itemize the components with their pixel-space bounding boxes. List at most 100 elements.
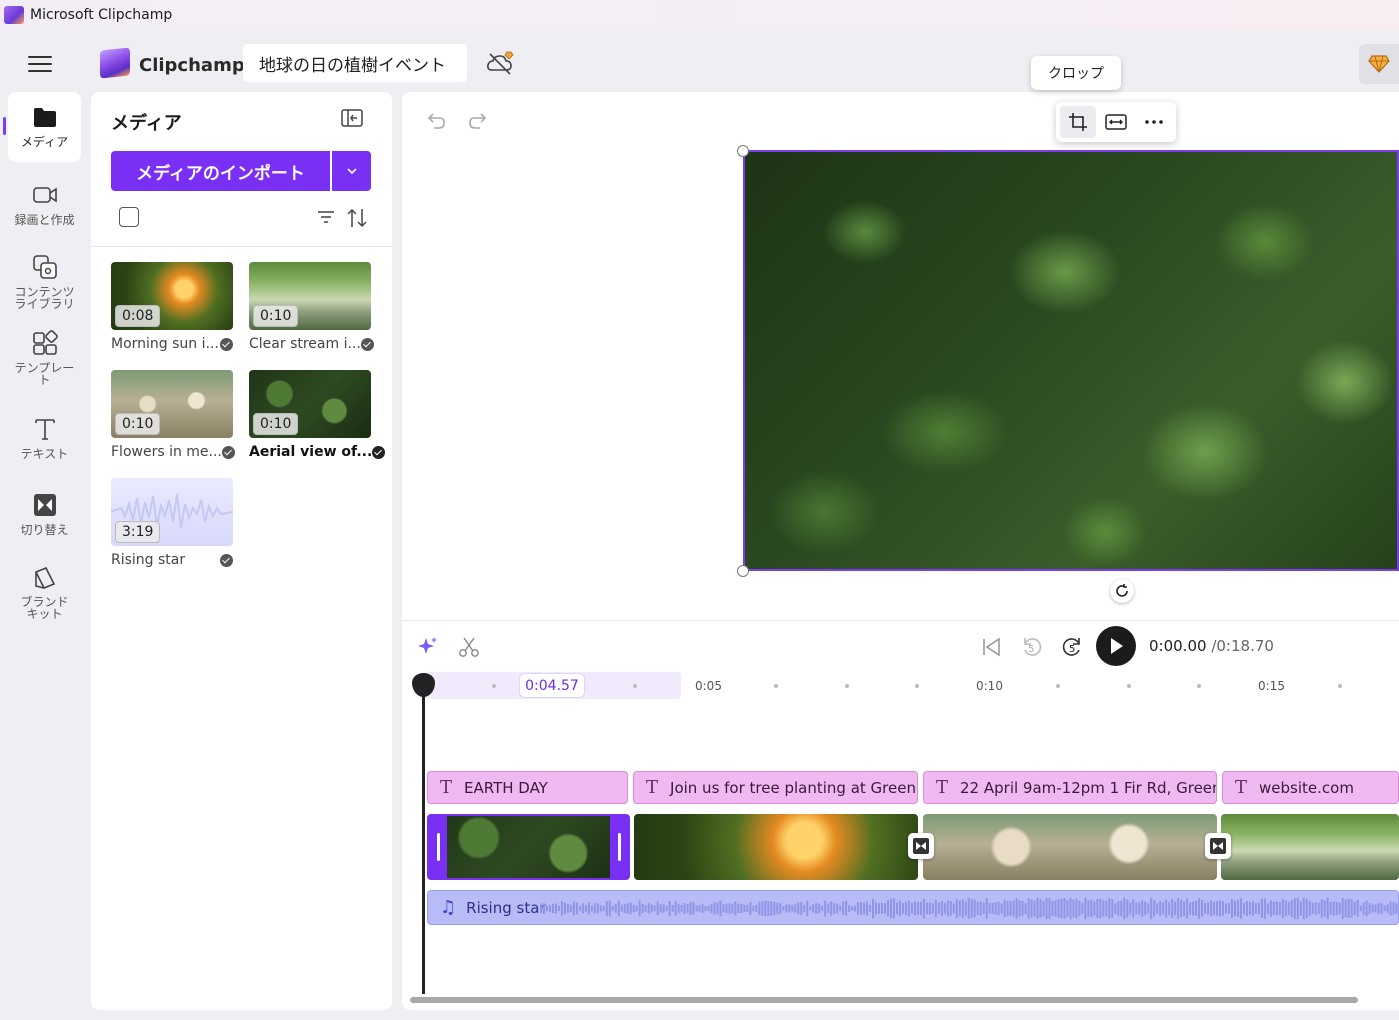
filter-icon[interactable] bbox=[316, 208, 336, 226]
tick-dot bbox=[1338, 684, 1342, 688]
panel-divider bbox=[91, 246, 392, 247]
more-options-button[interactable] bbox=[1136, 106, 1172, 138]
transition-button[interactable] bbox=[908, 833, 934, 859]
waveform-bar bbox=[731, 903, 734, 914]
rail-item-transitions[interactable]: 切り替え bbox=[8, 480, 81, 550]
project-name-field[interactable]: 地球の日の植樹イベント bbox=[243, 44, 467, 82]
waveform-bar bbox=[1120, 900, 1123, 917]
current-time: 0:00.00 bbox=[1149, 637, 1207, 655]
premium-diamond-button[interactable] bbox=[1359, 44, 1399, 84]
waveform-bar bbox=[976, 901, 979, 916]
media-item[interactable]: 3:19 Rising star bbox=[111, 478, 233, 568]
crop-button[interactable] bbox=[1060, 106, 1096, 138]
media-name: Aerial view of... bbox=[249, 444, 373, 460]
text-clip[interactable]: Twebsite.com bbox=[1222, 771, 1399, 804]
waveform-bar bbox=[907, 900, 910, 917]
media-thumbnail: 0:10 bbox=[249, 370, 371, 438]
playhead-line[interactable] bbox=[422, 686, 425, 994]
resize-handle-bottom-left[interactable] bbox=[737, 565, 749, 577]
waveform-bar bbox=[1084, 897, 1087, 920]
tick-label: 0:10 bbox=[976, 679, 1003, 693]
waveform-bar bbox=[806, 900, 809, 917]
resize-handle-top-left[interactable] bbox=[737, 145, 749, 157]
trim-handle-right[interactable] bbox=[610, 816, 628, 878]
video-clip-stream[interactable] bbox=[1221, 814, 1399, 880]
video-clip-aerial[interactable] bbox=[427, 814, 630, 880]
waveform-bar bbox=[737, 903, 740, 914]
rail-item-brand-kit[interactable]: ブランド キット bbox=[8, 552, 81, 622]
fit-icon bbox=[1105, 114, 1127, 130]
waveform-bar bbox=[1036, 898, 1039, 919]
waveform-bar bbox=[1012, 900, 1015, 917]
rail-item-media[interactable]: メディア bbox=[8, 92, 81, 162]
waveform-bar bbox=[898, 900, 901, 917]
rotate-button[interactable] bbox=[1110, 579, 1134, 603]
waveform-bar bbox=[770, 901, 773, 916]
video-clip-flowers[interactable] bbox=[923, 814, 1217, 880]
undo-icon[interactable] bbox=[424, 110, 446, 132]
waveform-bar bbox=[1153, 900, 1156, 917]
media-item[interactable]: 0:10 Clear stream i... bbox=[249, 262, 374, 352]
sort-icon[interactable] bbox=[345, 207, 369, 229]
window-title: Microsoft Clipchamp bbox=[30, 7, 173, 23]
forward-5-button[interactable]: 5 bbox=[1060, 634, 1084, 660]
waveform-bar bbox=[931, 903, 934, 914]
waveform-bar bbox=[563, 902, 566, 914]
video-clip-sun[interactable] bbox=[634, 814, 918, 880]
import-media-button[interactable]: メディアのインポート bbox=[111, 151, 330, 191]
media-item[interactable]: 0:10 Aerial view of... bbox=[249, 370, 386, 460]
magic-sparkle-icon[interactable] bbox=[418, 636, 438, 656]
skip-to-start-icon[interactable] bbox=[980, 636, 1002, 658]
text-clip[interactable]: T Join us for tree planting at Green P bbox=[633, 771, 918, 804]
diamond-icon bbox=[1368, 55, 1390, 73]
waveform-bar bbox=[910, 903, 913, 914]
media-item[interactable]: 0:08 Morning sun i... bbox=[111, 262, 233, 352]
waveform-bar bbox=[1135, 902, 1138, 915]
redo-icon[interactable] bbox=[468, 110, 490, 132]
check-icon bbox=[220, 553, 233, 567]
transition-button[interactable] bbox=[1205, 833, 1231, 859]
waveform-bar bbox=[1233, 900, 1236, 917]
text-icon: T bbox=[936, 777, 949, 798]
waveform-bar bbox=[632, 904, 635, 913]
tick-dot bbox=[845, 684, 849, 688]
media-thumbnail: 3:19 bbox=[111, 478, 233, 546]
media-item[interactable]: 0:10 Flowers in me... bbox=[111, 370, 235, 460]
scissors-icon[interactable] bbox=[458, 636, 480, 658]
waveform-bar bbox=[1225, 903, 1227, 914]
import-dropdown-button[interactable] bbox=[332, 151, 371, 191]
waveform-bar bbox=[1111, 899, 1114, 918]
left-nav-rail: メディア 録画と作成 コンテンツ ライブラリ テンプレー ト テキスト 切り替え… bbox=[0, 92, 90, 1020]
playhead-time: 0:04.57 bbox=[519, 673, 585, 698]
text-clip[interactable]: T 22 April 9am-12pm 1 Fir Rd, Green P bbox=[923, 771, 1217, 804]
waveform-bar bbox=[991, 903, 994, 914]
play-button[interactable] bbox=[1096, 626, 1136, 666]
waveform-bar bbox=[1260, 899, 1263, 918]
timeline-horizontal-scrollbar[interactable] bbox=[410, 997, 1358, 1003]
waveform-bar bbox=[1099, 898, 1102, 919]
rail-item-content-library[interactable]: コンテンツ ライブラリ bbox=[8, 242, 81, 312]
fit-button[interactable] bbox=[1098, 106, 1134, 138]
trim-handle-left[interactable] bbox=[429, 816, 447, 878]
rail-item-text[interactable]: テキスト bbox=[8, 404, 81, 474]
waveform-bar bbox=[1072, 899, 1075, 918]
waveform-bar bbox=[656, 901, 659, 916]
collapse-panel-icon[interactable] bbox=[341, 109, 363, 127]
cloud-sync-off-icon[interactable] bbox=[486, 50, 516, 76]
waveform-bar bbox=[1000, 903, 1003, 914]
rail-item-record[interactable]: 録画と作成 bbox=[8, 170, 81, 240]
waveform-bar bbox=[1069, 897, 1072, 920]
media-name-row: Rising star bbox=[111, 552, 233, 568]
waveform-bar bbox=[1251, 901, 1254, 916]
waveform-bar bbox=[869, 905, 872, 912]
waveform-bar bbox=[875, 902, 878, 915]
rail-item-templates[interactable]: テンプレー ト bbox=[8, 318, 81, 388]
select-all-checkbox[interactable] bbox=[119, 207, 139, 227]
waveform-bar bbox=[764, 900, 767, 917]
waveform-bar bbox=[551, 903, 554, 914]
rewind-5-button[interactable]: 5 bbox=[1020, 634, 1044, 660]
audio-clip[interactable]: ♫ Rising star bbox=[427, 890, 1399, 925]
menu-icon[interactable] bbox=[28, 56, 52, 72]
text-clip[interactable]: T EARTH DAY bbox=[427, 771, 628, 804]
video-preview[interactable] bbox=[743, 150, 1399, 571]
